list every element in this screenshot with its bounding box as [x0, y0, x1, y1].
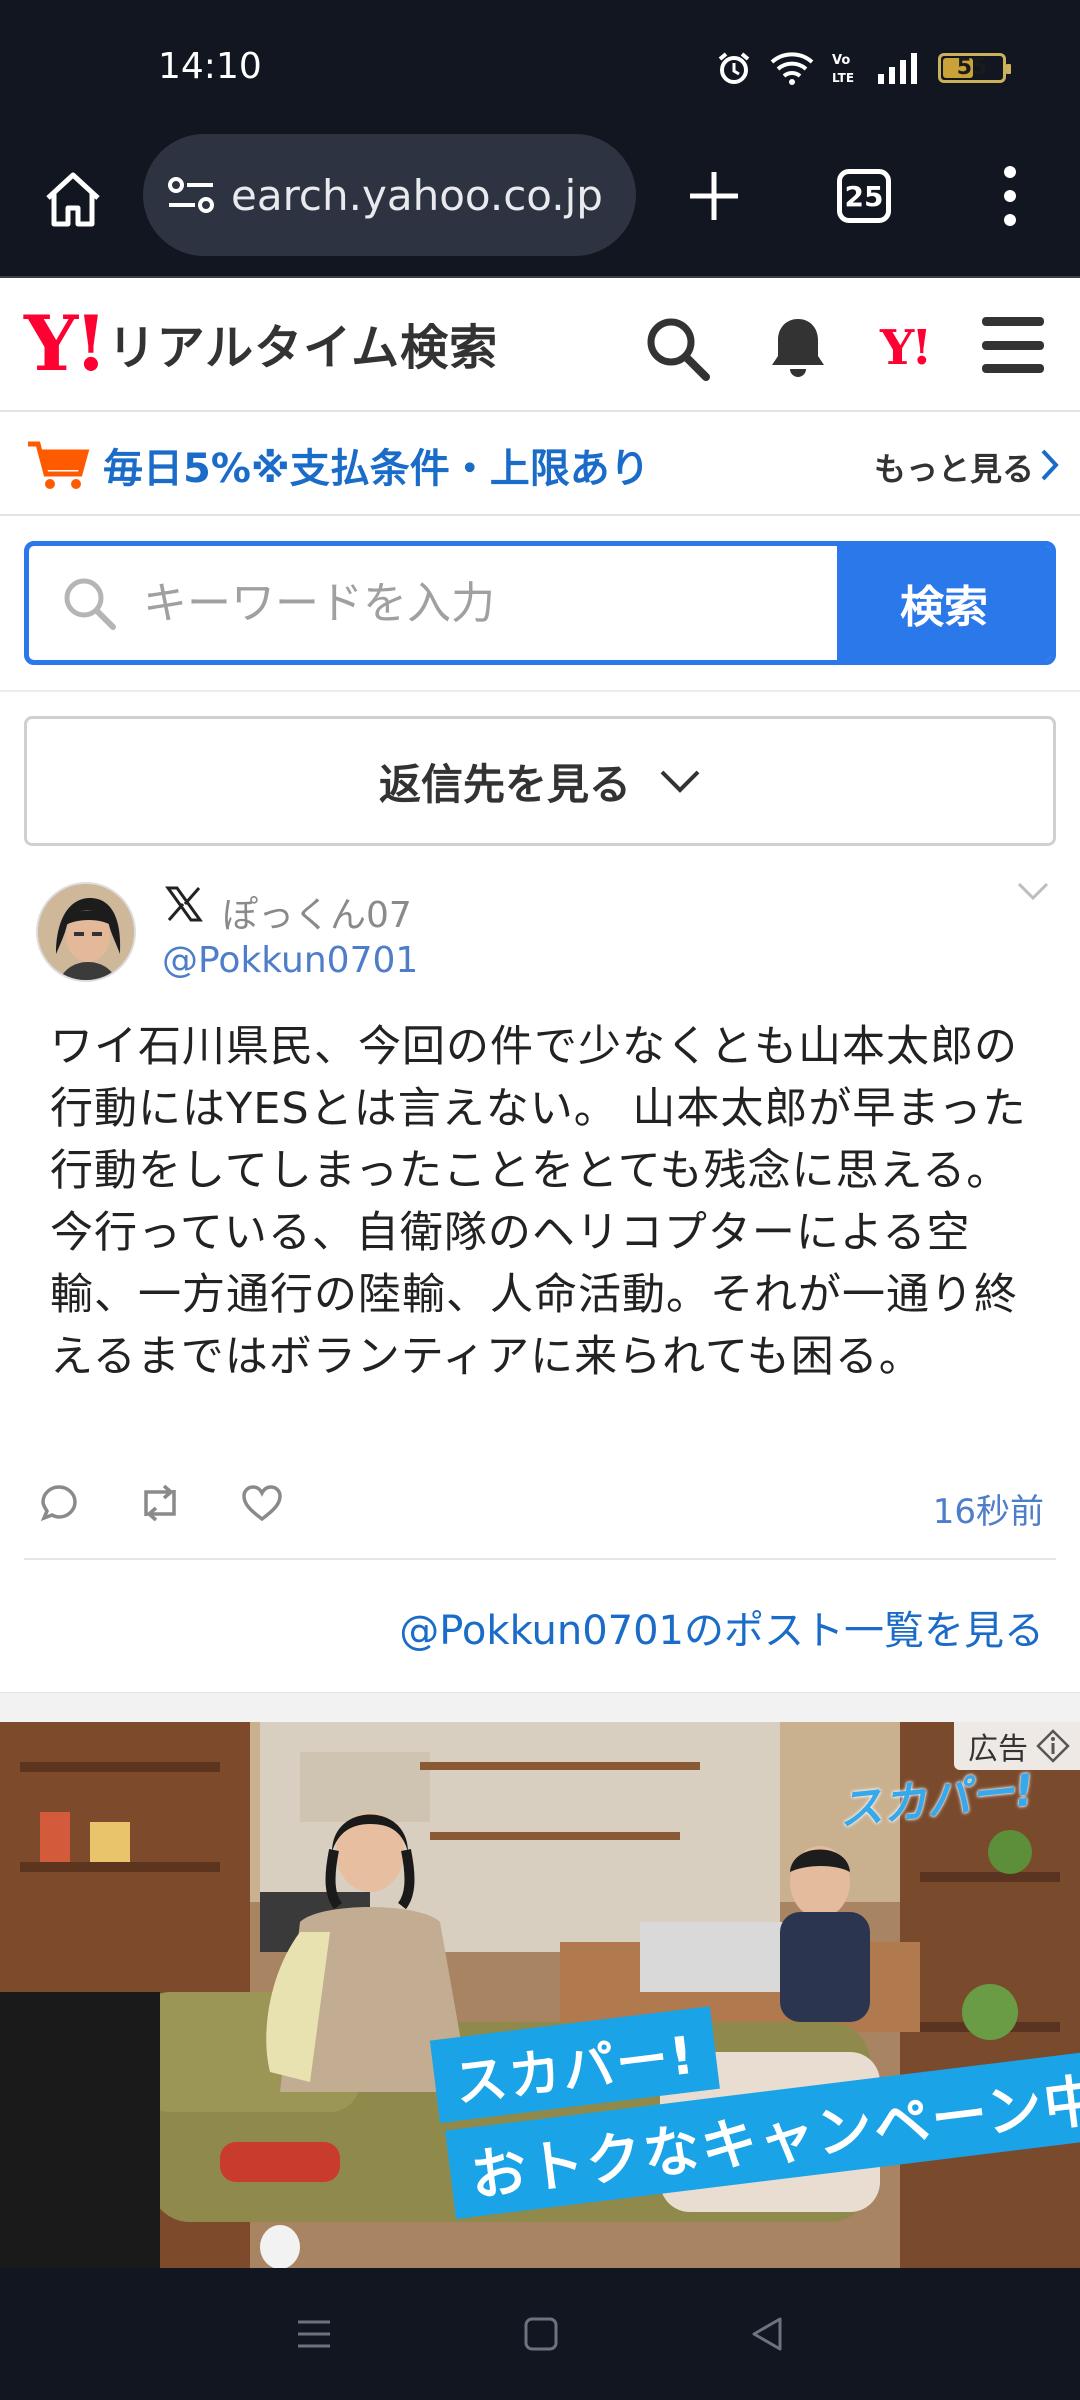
- tab-switcher-button[interactable]: 25: [837, 169, 891, 223]
- x-logo-icon: [165, 886, 203, 922]
- search-form: 検索: [24, 541, 1056, 665]
- repost-icon[interactable]: [136, 1482, 184, 1524]
- yahoo-japan-icon[interactable]: Y!: [880, 320, 932, 376]
- site-title: リアルタイム検索: [107, 320, 499, 376]
- new-tab-button[interactable]: [678, 160, 750, 232]
- search-input-icon: [64, 578, 116, 630]
- reply-icon[interactable]: [38, 1482, 80, 1524]
- home-button[interactable]: [38, 164, 108, 234]
- search-icon[interactable]: [642, 313, 712, 383]
- search-input[interactable]: [143, 577, 783, 629]
- site-info-icon: [168, 177, 214, 213]
- status-bar: 14:10 Vo LTE 55: [0, 0, 1080, 130]
- view-replies-button[interactable]: 返信先を見る: [24, 716, 1056, 846]
- signal-icon: [878, 53, 917, 84]
- volte-icon: Vo LTE: [832, 53, 854, 85]
- home-icon: [46, 172, 100, 227]
- battery-level: 55: [956, 55, 988, 80]
- post-display-name[interactable]: ぽっくん07: [222, 886, 412, 938]
- status-time: 14:10: [158, 46, 262, 87]
- post-body: ワイ石川県民、今回の件で少なくとも山本太郎の行動にはYESとは言えない。 山本太…: [50, 1022, 1027, 1382]
- divider: [0, 690, 1080, 692]
- wifi-icon: [770, 52, 814, 85]
- bell-icon[interactable]: [763, 313, 833, 383]
- post-actions: [38, 1482, 284, 1524]
- section-separator: [0, 1692, 1080, 1722]
- hamburger-icon[interactable]: [982, 317, 1044, 373]
- battery-icon: 55: [938, 53, 1011, 83]
- info-icon: [1036, 1729, 1070, 1763]
- back-icon[interactable]: [748, 2315, 786, 2353]
- browser-menu-button[interactable]: [990, 160, 1030, 232]
- status-icons: Vo LTE 55: [716, 50, 1011, 86]
- cart-icon: [28, 441, 90, 489]
- ad-label-text: 広告: [968, 1732, 1028, 1767]
- promo-text: 毎日5%※支払条件・上限あり: [103, 446, 650, 492]
- user-posts-link[interactable]: @Pokkun0701のポスト一覧を見る: [399, 1598, 1044, 1656]
- divider: [24, 1558, 1056, 1560]
- avatar[interactable]: [36, 882, 136, 982]
- yahoo-realtime-logo[interactable]: Y! リアルタイム検索: [24, 306, 498, 382]
- alarm-icon: [718, 52, 750, 84]
- search-field[interactable]: [29, 546, 837, 660]
- site-header: Y! リアルタイム検索 Y!: [0, 280, 1080, 412]
- post-timestamp[interactable]: 16秒前: [933, 1484, 1044, 1533]
- svg-text:Vo: Vo: [832, 53, 850, 68]
- view-replies-label: 返信先を見る: [378, 759, 631, 809]
- home-nav-icon[interactable]: [522, 2315, 560, 2353]
- search-button[interactable]: 検索: [837, 546, 1051, 660]
- chevron-right-icon: [1041, 449, 1059, 481]
- yahoo-logo-mark: Y!: [24, 299, 108, 388]
- address-bar[interactable]: earch.yahoo.co.jp: [143, 134, 636, 256]
- svg-text:LTE: LTE: [832, 71, 854, 85]
- post-handle[interactable]: @Pokkun0701: [162, 940, 418, 981]
- heart-icon[interactable]: [240, 1483, 284, 1523]
- plus-icon: [690, 172, 738, 220]
- url-text: earch.yahoo.co.jp: [231, 170, 603, 220]
- browser-toolbar: earch.yahoo.co.jp 25: [0, 130, 1080, 278]
- system-nav-bar: [0, 2268, 1080, 2400]
- chevron-down-icon: [660, 770, 700, 793]
- promo-more-link[interactable]: もっと見る: [874, 444, 1034, 490]
- advertisement[interactable]: スカパー! スカパー! おトクなキャンペーン中! 広告: [0, 1722, 1080, 2268]
- recents-menu-icon[interactable]: [294, 2316, 334, 2352]
- chevron-down-icon[interactable]: [1016, 880, 1050, 902]
- promo-banner[interactable]: 毎日5%※支払条件・上限あり もっと見る: [0, 412, 1080, 516]
- ad-label[interactable]: 広告: [954, 1722, 1080, 1770]
